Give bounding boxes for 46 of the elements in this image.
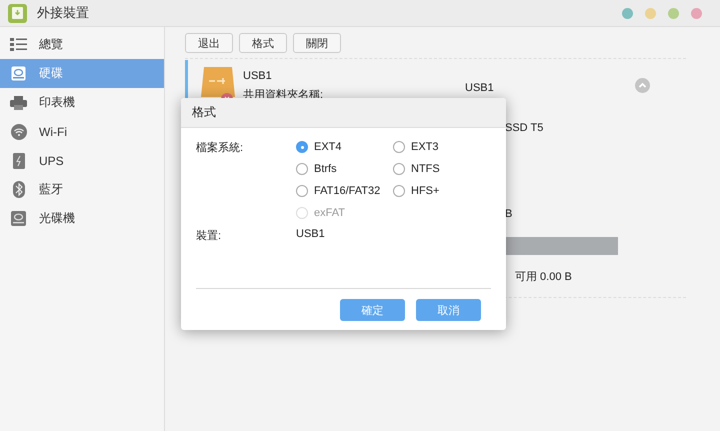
optical-drive-icon — [11, 211, 26, 226]
window-title: 外接裝置 — [37, 4, 89, 22]
option-label: EXT3 — [411, 141, 439, 153]
radio-button[interactable] — [296, 163, 308, 175]
option-label: EXT4 — [314, 141, 342, 153]
radio-button[interactable] — [393, 141, 405, 153]
printer-icon — [10, 96, 27, 110]
usb-drive-icon — [201, 67, 235, 101]
window-control[interactable] — [645, 8, 656, 18]
sidebar-item[interactable]: 總覽 — [0, 30, 164, 59]
device-name: USB1 — [243, 70, 273, 82]
sidebar-item[interactable]: 藍牙 — [0, 175, 164, 204]
filesystem-label: 檔案系統: — [196, 140, 244, 156]
option-label: NTFS — [411, 163, 440, 175]
collapse-icon[interactable] — [635, 78, 650, 93]
device-value: USB1 — [296, 227, 326, 242]
toolbar-button[interactable]: 退出 — [185, 33, 233, 53]
model-text: SSD T5 — [505, 121, 544, 134]
option-label: exFAT — [314, 207, 345, 219]
device-label: 裝置: — [196, 229, 222, 243]
toolbar-button[interactable]: 格式 — [239, 33, 287, 53]
list-icon — [10, 38, 27, 51]
radio-button[interactable] — [393, 163, 405, 175]
dialog-title: 格式 — [181, 98, 506, 128]
size-text: B — [505, 207, 514, 220]
window-control[interactable] — [622, 8, 633, 18]
sidebar-item[interactable]: 印表機 — [0, 88, 164, 117]
free-space-text: 可用 0.00 B — [514, 270, 573, 284]
option-label: FAT16/FAT32 — [314, 185, 380, 197]
option-label: Btrfs — [314, 163, 337, 175]
share-name-value: USB1 — [465, 82, 495, 94]
option-label: HFS+ — [411, 185, 440, 197]
radio-button[interactable] — [296, 141, 308, 153]
app-icon — [8, 4, 27, 22]
sidebar-item[interactable]: UPS — [0, 146, 164, 175]
wifi-icon — [10, 124, 26, 140]
radio-button[interactable] — [393, 185, 405, 197]
sidebar-item[interactable]: 光碟機 — [0, 204, 164, 233]
sidebar-item[interactable]: Wi-Fi — [0, 117, 164, 146]
battery-icon — [12, 152, 24, 168]
window-control[interactable] — [691, 8, 702, 18]
radio-button[interactable] — [296, 185, 308, 197]
window-control[interactable] — [668, 8, 679, 18]
drive-icon — [11, 66, 26, 81]
toolbar-button[interactable]: 關閉 — [293, 33, 341, 53]
bluetooth-icon — [12, 181, 24, 198]
